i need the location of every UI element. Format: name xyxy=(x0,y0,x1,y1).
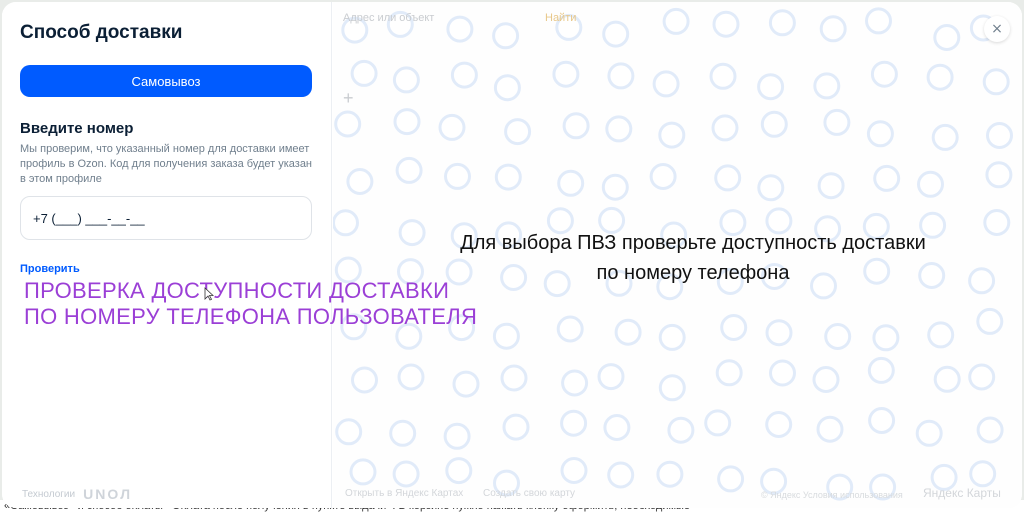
phone-heading: Введите номер xyxy=(20,120,134,137)
map-find-button[interactable]: Найти xyxy=(545,12,576,24)
panel-title: Способ доставки xyxy=(20,22,183,43)
annotation-line2: ПО НОМЕРУ ТЕЛЕФОНА ПОЛЬЗОВАТЕЛЯ xyxy=(24,304,478,329)
delivery-panel: Способ доставки Самовывоз Введите номер … xyxy=(2,2,332,508)
tech-label: Технологии xyxy=(22,488,76,500)
delivery-modal: Способ доставки Самовывоз Введите номер … xyxy=(2,2,1022,508)
phone-description: Мы проверим, что указанный номер для дос… xyxy=(20,143,313,185)
close-button[interactable]: × xyxy=(984,16,1010,42)
annotation-line1: ПРОВЕРКА ДОСТУПНОСТИ ДОСТАВКИ xyxy=(24,278,450,303)
zoom-in-icon[interactable]: + xyxy=(343,88,354,109)
unol-logo-icon: UNOЛ xyxy=(83,486,133,502)
tech-credit: Технологии UNOЛ xyxy=(22,486,132,502)
map-search-input[interactable]: Адрес или объект xyxy=(343,12,434,24)
mouse-cursor-icon xyxy=(204,287,214,301)
pickup-map[interactable]: Адрес или объект Найти + Для выбора ПВЗ … xyxy=(333,2,1022,508)
map-message-line1: Для выбора ПВЗ проверьте доступность дос… xyxy=(460,232,926,254)
create-map-link[interactable]: Создать свою карту xyxy=(483,488,575,499)
open-in-yandex-link[interactable]: Открыть в Яндекс Картах xyxy=(345,488,463,499)
map-copyright: © Яндекс Условия использования xyxy=(761,490,903,500)
check-phone-link[interactable]: Проверить xyxy=(20,263,80,275)
yandex-maps-logo: Яндекс Карты xyxy=(923,486,1001,500)
annotation-overlay: ПРОВЕРКА ДОСТУПНОСТИ ДОСТАВКИ ПО НОМЕРУ … xyxy=(24,278,477,330)
phone-input[interactable] xyxy=(20,196,312,240)
pickup-button[interactable]: Самовывоз xyxy=(20,65,312,97)
